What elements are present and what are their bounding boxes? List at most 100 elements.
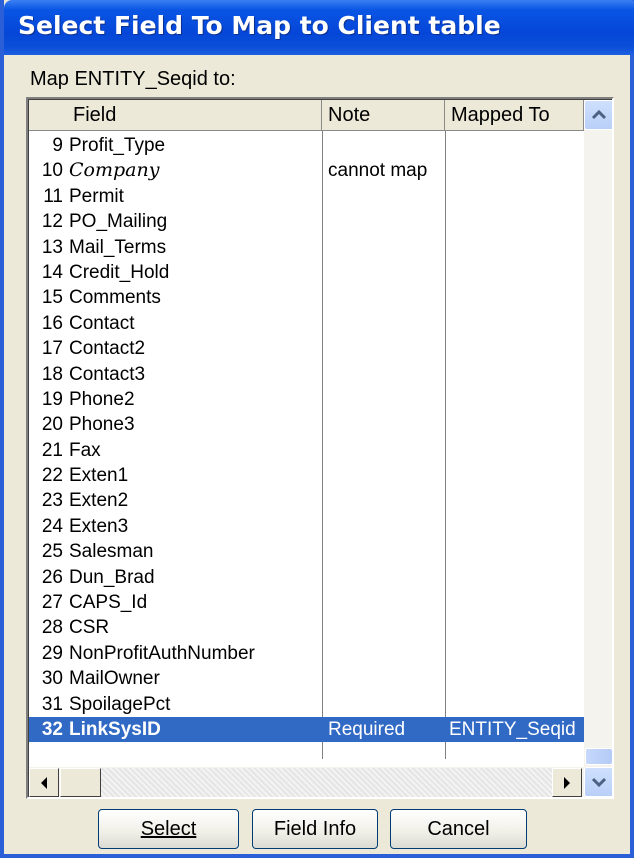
title-bar[interactable]: Select Field To Map to Client table [4,0,634,55]
row-number: 16 [41,312,63,334]
row-note-cell: cannot map [328,160,428,182]
row-number: 20 [41,414,63,436]
row-field-cell: 13 Mail_Terms [31,235,321,260]
row-field-cell: 22 Exten1 [31,463,321,488]
row-number: 23 [41,490,63,512]
scroll-down-button[interactable] [584,767,612,797]
row-mapped-cell: ENTITY_Seqid [449,718,576,740]
table-row[interactable]: 25 Salesman [29,539,584,564]
field-rows: 9 Profit_Type 10 Company cannot map 11 Permit 1… [29,133,584,743]
table-row[interactable]: 23 Exten2 [29,488,584,513]
row-field-cell: 11 Permit [31,184,321,209]
table-row[interactable]: 13 Mail_Terms [29,235,584,260]
table-row[interactable]: 14 Credit_Hold [29,260,584,285]
table-row[interactable]: 21 Fax [29,438,584,463]
row-field-name: Exten1 [69,465,129,487]
table-row[interactable]: 17 Contact2 [29,336,584,361]
row-field-cell: 32 LinkSysID [31,717,321,742]
row-field-name: Contact3 [69,363,146,385]
row-field-cell: 9 Profit_Type [31,133,321,158]
row-field-cell: 30 MailOwner [31,666,321,691]
row-field-name: Exten3 [69,515,129,537]
table-row[interactable]: 9 Profit_Type [29,133,584,158]
list-header: Field Note Mapped To [29,100,584,131]
table-row[interactable]: 16 Contact [29,311,584,336]
row-field-name: LinkSysID [69,718,161,740]
table-row[interactable]: 28 CSR [29,615,584,640]
horizontal-scroll-track[interactable] [101,768,552,797]
horizontal-scrollbar[interactable] [29,767,584,797]
table-row[interactable]: 19 Phone2 [29,387,584,412]
row-field-name: Phone3 [69,414,135,436]
row-number: 30 [41,668,63,690]
row-field-name: CSR [69,617,110,639]
vertical-scrollbar[interactable] [584,100,612,767]
table-row[interactable]: 29 NonProfitAuthNumber [29,641,584,666]
row-field-cell: 15 Comments [31,285,321,310]
select-button[interactable]: Select [98,809,239,849]
row-field-cell: 27 CAPS_Id [31,590,321,615]
field-info-button[interactable]: Field Info [252,809,378,849]
scroll-left-button[interactable] [29,768,59,797]
table-row[interactable]: 20 Phone3 [29,412,584,437]
row-field-name: PO_Mailing [69,211,168,233]
table-row[interactable]: 11 Permit [29,184,584,209]
field-list-view[interactable]: Field Note Mapped To 9 Profit_Type 10 Compa… [26,97,614,799]
table-row[interactable]: 32 LinkSysID Required ENTITY_Seqid [29,716,584,743]
table-row[interactable]: 22 Exten1 [29,463,584,488]
column-header-field[interactable]: Field [29,100,322,131]
row-note-cell: Required [328,718,406,740]
arrow-left-icon [41,776,47,789]
row-number: 17 [41,338,63,360]
vertical-scroll-thumb[interactable] [585,748,612,765]
cancel-button[interactable]: Cancel [390,809,527,849]
row-number: 15 [41,287,63,309]
row-number: 12 [41,211,63,233]
row-field-name: Contact2 [69,338,146,360]
row-number: 31 [41,693,63,715]
table-row[interactable]: 31 SpoilagePct [29,692,584,717]
row-field-cell: 20 Phone3 [31,412,321,437]
row-number: 9 [52,135,63,156]
row-field-cell: 12 PO_Mailing [31,209,321,234]
chevron-up-icon [591,109,607,120]
row-field-cell: 10 Company [31,158,321,183]
row-field-name: CAPS_Id [69,592,148,614]
chevron-down-icon [591,777,607,788]
row-field-cell: 18 Contact3 [31,362,321,387]
table-row[interactable]: 27 CAPS_Id [29,590,584,615]
row-number: 18 [41,363,63,385]
scroll-up-button[interactable] [584,100,612,130]
row-number: 28 [41,617,63,639]
scroll-right-button[interactable] [552,768,582,797]
row-field-name: Comments [69,287,161,309]
row-field-name: Credit_Hold [69,261,170,283]
column-header-mapped-to[interactable]: Mapped To [445,100,584,131]
row-number: 22 [41,465,63,487]
table-row[interactable]: 10 Company cannot map [29,158,584,183]
table-row[interactable]: 30 MailOwner [29,666,584,691]
window-title: Select Field To Map to Client table [18,11,501,40]
table-row[interactable]: 24 Exten3 [29,514,584,539]
table-row[interactable]: 12 PO_Mailing [29,209,584,234]
row-number: 29 [41,642,63,664]
row-number: 10 [41,160,63,182]
column-header-note[interactable]: Note [322,100,445,131]
row-number: 32 [41,718,63,740]
row-number: 27 [41,592,63,614]
row-field-cell: 23 Exten2 [31,488,321,513]
row-field-name: SpoilagePct [69,693,171,715]
row-field-cell: 26 Dun_Brad [31,565,321,590]
table-row[interactable]: 26 Dun_Brad [29,565,584,590]
row-field-cell: 31 SpoilagePct [31,692,321,717]
row-field-name: MailOwner [69,668,160,690]
row-field-cell: 25 Salesman [31,539,321,564]
row-number: 19 [41,388,63,410]
row-number: 26 [41,566,63,588]
horizontal-scroll-thumb[interactable] [60,768,101,797]
table-row[interactable]: 18 Contact3 [29,362,584,387]
table-row[interactable]: 15 Comments [29,285,584,310]
row-field-name: Contact [69,312,135,334]
row-number: 25 [41,541,63,563]
row-field-name: Dun_Brad [69,566,155,588]
